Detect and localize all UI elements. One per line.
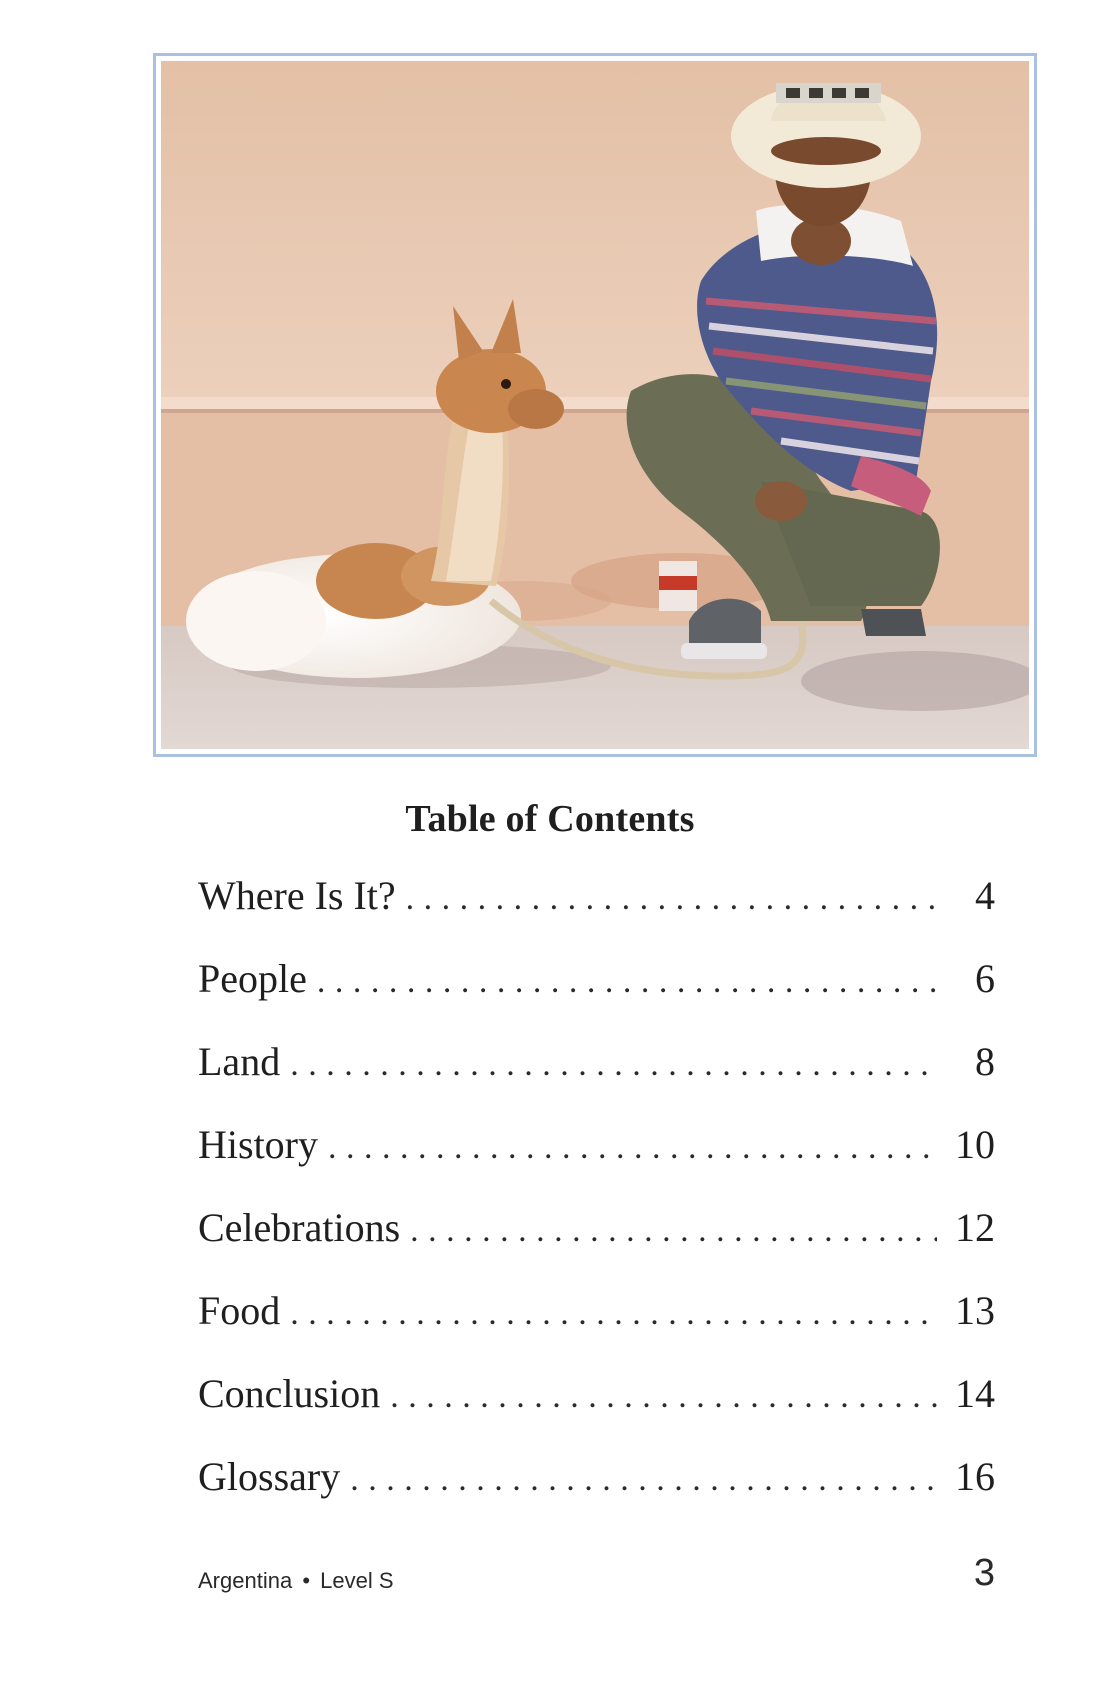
footer-level: Level S	[320, 1568, 394, 1593]
dot-leader: ........................................…	[350, 1461, 937, 1498]
toc-entry-food[interactable]: Food ...................................…	[198, 1283, 995, 1366]
toc-entry-page: 12	[955, 1205, 995, 1250]
dot-leader: ........................................…	[390, 1378, 937, 1415]
toc-entry-label: Food	[198, 1288, 281, 1333]
page-number: 3	[973, 1552, 995, 1594]
toc-entry-page: 8	[975, 1039, 995, 1084]
dot-leader: ........................................…	[405, 880, 937, 917]
toc-entry-page: 10	[955, 1122, 995, 1167]
toc-entry-label: People	[198, 956, 307, 1001]
toc-entry-label: Celebrations	[198, 1205, 401, 1250]
toc-entry-glossary[interactable]: Glossary ...............................…	[198, 1449, 995, 1532]
toc-entry-celebrations[interactable]: Celebrations ...........................…	[198, 1200, 995, 1283]
toc-entry-label: Where Is It?	[198, 873, 396, 918]
dot-leader: ........................................…	[410, 1212, 937, 1249]
toc-entry-where-is-it[interactable]: Where Is It? ...........................…	[198, 868, 995, 951]
footer-book-title: Argentina	[198, 1568, 293, 1593]
footer-separator: •	[302, 1568, 311, 1593]
toc-entry-page: 14	[955, 1371, 995, 1416]
toc-entry-label: Glossary	[198, 1454, 341, 1499]
toc-entry-page: 13	[955, 1288, 995, 1333]
toc-entry-page: 16	[955, 1454, 995, 1499]
dot-leader: ........................................…	[290, 1295, 937, 1332]
footer-book-info: Argentina • Level S	[198, 1568, 394, 1594]
photo-frame	[153, 53, 1037, 757]
boy-with-llama-photo	[161, 61, 1029, 749]
toc-entry-history[interactable]: History ................................…	[198, 1117, 995, 1200]
toc-entry-page: 6	[975, 956, 995, 1001]
toc-entry-conclusion[interactable]: Conclusion .............................…	[198, 1366, 995, 1449]
dot-leader: ........................................…	[328, 1129, 937, 1166]
toc-entry-land[interactable]: Land ...................................…	[198, 1034, 995, 1117]
toc-entry-label: History	[198, 1122, 318, 1167]
table-of-contents: Where Is It? ...........................…	[198, 868, 995, 1532]
toc-entry-label: Conclusion	[198, 1371, 381, 1416]
toc-entry-label: Land	[198, 1039, 281, 1084]
toc-title: Table of Contents	[405, 798, 695, 840]
toc-entry-page: 4	[975, 873, 995, 918]
toc-entry-people[interactable]: People .................................…	[198, 951, 995, 1034]
dot-leader: ........................................…	[316, 963, 937, 1000]
dot-leader: ........................................…	[290, 1046, 937, 1083]
